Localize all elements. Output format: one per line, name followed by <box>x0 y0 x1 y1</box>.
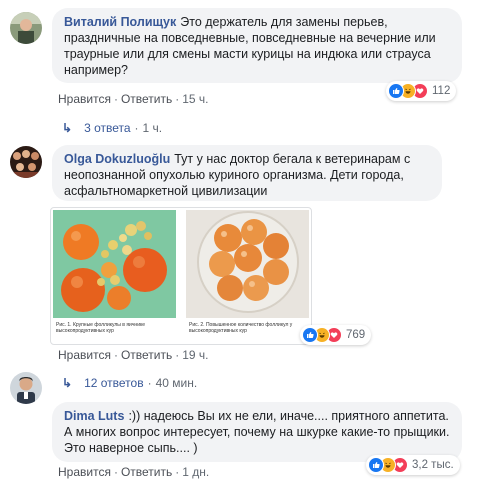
comment-timestamp[interactable]: 15 ч. <box>182 92 208 106</box>
avatar[interactable] <box>10 372 42 404</box>
comment-author[interactable]: Dima Luts <box>64 409 124 423</box>
reactions-summary[interactable]: 112 <box>386 81 457 101</box>
photo-follicles-2: Рис. 2. Повышенное количество фолликул у… <box>186 210 309 342</box>
avatar[interactable] <box>10 146 42 178</box>
comment-bubble: Dima Luts:)) надеюсь Вы их не ели, иначе… <box>52 402 462 462</box>
reactions-summary[interactable]: 769 <box>300 325 372 345</box>
replies-timestamp: 1 ч. <box>142 121 163 135</box>
comment-actions: Нравится · Ответить · 19 ч. <box>58 348 209 362</box>
like-reaction-icon <box>368 457 384 473</box>
attached-photo[interactable]: Рис. 1. Крупные фолликулы в яичнике высо… <box>50 207 312 345</box>
reply-link[interactable]: Ответить <box>121 348 172 362</box>
photo-caption: Рис. 2. Повышенное количество фолликул у… <box>189 322 293 334</box>
comment-bubble: Виталий Полищук Это держатель для замены … <box>52 8 462 83</box>
view-replies[interactable]: ↳ 12 ответов · 40 мин. <box>62 376 197 390</box>
photo-follicles-1: Рис. 1. Крупные фолликулы в яичнике высо… <box>53 210 176 342</box>
reply-link[interactable]: Ответить <box>121 92 172 106</box>
like-link[interactable]: Нравится <box>58 348 111 362</box>
reply-arrow-icon: ↳ <box>62 376 73 390</box>
reactions-summary[interactable]: 3,2 тыс. <box>366 455 460 475</box>
comment-actions: Нравится · Ответить · 15 ч. <box>58 92 209 106</box>
comment-actions: Нравится · Ответить · 1 дн. <box>58 465 210 479</box>
like-reaction-icon <box>388 83 404 99</box>
like-link[interactable]: Нравится <box>58 92 111 106</box>
replies-count[interactable]: 3 ответа <box>84 121 130 135</box>
comment-author[interactable]: Olga Dokuzluoğlu <box>64 152 170 166</box>
comment-bubble: Olga Dokuzluoğlu Тут у нас доктор бегала … <box>52 145 442 201</box>
replies-timestamp: 40 мин. <box>155 376 198 390</box>
reaction-count: 3,2 тыс. <box>412 459 454 471</box>
reply-arrow-icon: ↳ <box>62 121 73 135</box>
reply-link[interactable]: Ответить <box>121 465 172 479</box>
like-reaction-icon <box>302 327 318 343</box>
replies-count[interactable]: 12 ответов <box>84 376 144 390</box>
like-link[interactable]: Нравится <box>58 465 111 479</box>
comment-author[interactable]: Виталий Полищук <box>64 15 176 29</box>
reaction-count: 769 <box>346 329 366 341</box>
view-replies[interactable]: ↳ 3 ответа · 1 ч. <box>62 121 162 135</box>
comment-timestamp[interactable]: 1 дн. <box>182 465 209 479</box>
avatar[interactable] <box>10 12 42 44</box>
photo-caption: Рис. 1. Крупные фолликулы в яичнике высо… <box>56 322 146 334</box>
reaction-count: 112 <box>432 85 451 97</box>
comment-timestamp[interactable]: 19 ч. <box>182 348 208 362</box>
